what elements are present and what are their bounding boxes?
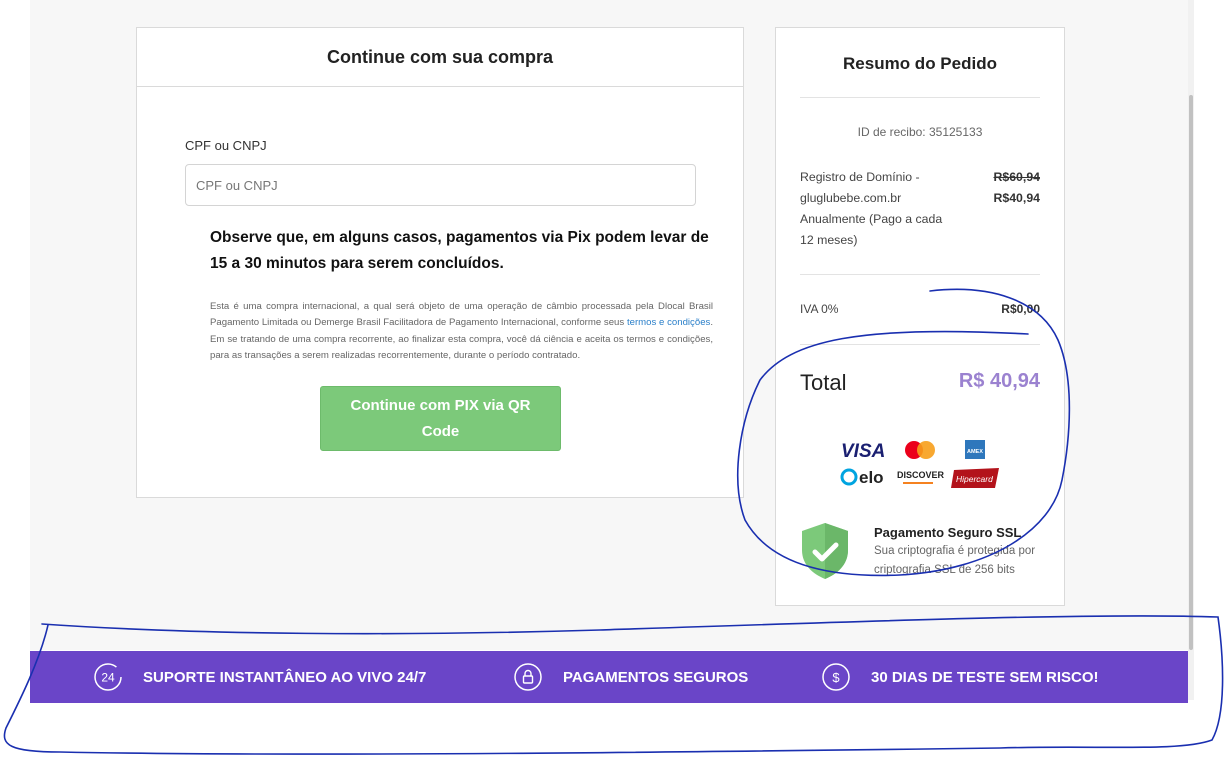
svg-text:Hipercard: Hipercard (956, 474, 993, 484)
feature-label: SUPORTE INSTANTÂNEO AO VIVO 24/7 (143, 668, 427, 686)
amex-icon: AMEX (965, 440, 985, 459)
vat-label: IVA 0% (800, 302, 839, 316)
hipercard-icon: Hipercard (951, 468, 999, 488)
svg-text:VISA: VISA (841, 441, 885, 462)
feature-label: 30 DIAS DE TESTE SEM RISCO! (871, 668, 1099, 686)
discover-icon: DISCOVER (897, 470, 945, 484)
shield-check-icon (800, 522, 850, 580)
ssl-description: Sua criptografia é protegida por criptog… (874, 545, 1036, 576)
item-line: Anualmente (Pago a cada (800, 212, 943, 226)
svg-text:DISCOVER: DISCOVER (897, 470, 945, 480)
terms-link[interactable]: termos e condições (627, 317, 710, 328)
svg-text:24: 24 (101, 671, 115, 685)
lock-icon (514, 663, 542, 691)
pix-notice: Observe que, em alguns casos, pagamentos… (210, 229, 709, 272)
pix-qr-button[interactable]: Continue com PIX via QR Code (320, 386, 561, 451)
summary-divider (800, 274, 1040, 275)
receipt-id: ID de recibo: 35125133 (857, 125, 983, 139)
item-line: Registro de Domínio - (800, 170, 920, 184)
feature-label: PAGAMENTOS SEGUROS (563, 668, 749, 686)
summary-title: Resumo do Pedido (843, 54, 997, 73)
feature-trial: $ 30 DIAS DE TESTE SEM RISCO! (821, 651, 1099, 703)
checkout-title: Continue com sua compra (137, 28, 743, 87)
order-summary-card: Resumo do Pedido ID de recibo: 35125133 … (775, 27, 1065, 606)
scrollbar-thumb[interactable] (1189, 95, 1193, 650)
payment-card-logos: VISA AMEX elo DISCOVER Hipercard (839, 438, 1004, 490)
item-line: gluglubebe.com.br (800, 191, 902, 205)
svg-text:$: $ (832, 670, 840, 685)
checkout-card: Continue com sua compra CPF ou CNPJ Obse… (136, 27, 744, 498)
item-price: R$40,94 (993, 191, 1041, 205)
dollar-icon: $ (822, 663, 850, 691)
summary-divider (800, 97, 1040, 98)
item-line: 12 meses) (800, 233, 858, 247)
feature-support: 24 SUPORTE INSTANTÂNEO AO VIVO 24/7 (93, 651, 426, 703)
total-label: Total (800, 370, 847, 395)
svg-text:AMEX: AMEX (967, 449, 983, 455)
vat-value: R$0,00 (1001, 302, 1040, 316)
feature-secure-payments: PAGAMENTOS SEGUROS (513, 651, 748, 703)
features-bar: 24 SUPORTE INSTANTÂNEO AO VIVO 24/7 PAGA… (30, 651, 1188, 703)
total-value: R$ 40,94 (958, 370, 1040, 392)
item-description: Registro de Domínio - gluglubebe.com.br … (800, 167, 950, 251)
support-24-icon: 24 (94, 663, 122, 691)
svg-text:elo: elo (859, 468, 884, 487)
ssl-title: Pagamento Seguro SSL (874, 525, 1022, 540)
mastercard-icon (905, 441, 935, 459)
elo-icon: elo (840, 468, 884, 487)
document-input[interactable] (185, 164, 696, 206)
item-old-price: R$60,94 (993, 170, 1041, 184)
visa-icon: VISA (841, 441, 885, 462)
summary-divider (800, 344, 1040, 345)
legal-text: Esta é uma compra internacional, a qual … (210, 299, 713, 364)
document-field-label: CPF ou CNPJ (185, 138, 267, 153)
